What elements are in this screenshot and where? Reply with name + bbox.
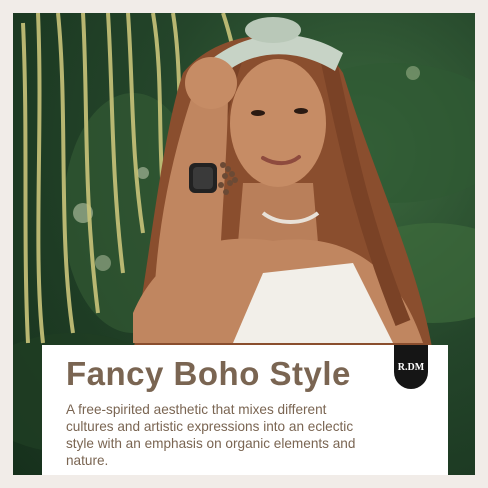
right-eye xyxy=(294,108,308,114)
bokeh-light xyxy=(95,255,111,271)
brand-logo: R.DM xyxy=(394,345,428,389)
watch-screen xyxy=(193,167,213,189)
headline: Fancy Boho Style xyxy=(66,355,351,392)
face xyxy=(230,59,326,187)
neck xyxy=(238,183,318,243)
description: A free-spirited aesthetic that mixes dif… xyxy=(66,402,356,468)
caption-card: Fancy Boho Style R.DM A free-spirited ae… xyxy=(42,345,448,475)
hand xyxy=(185,57,237,109)
headband-knot xyxy=(245,17,301,43)
bokeh-light xyxy=(137,167,149,179)
bokeh-light xyxy=(406,66,420,80)
left-eye xyxy=(251,110,265,116)
